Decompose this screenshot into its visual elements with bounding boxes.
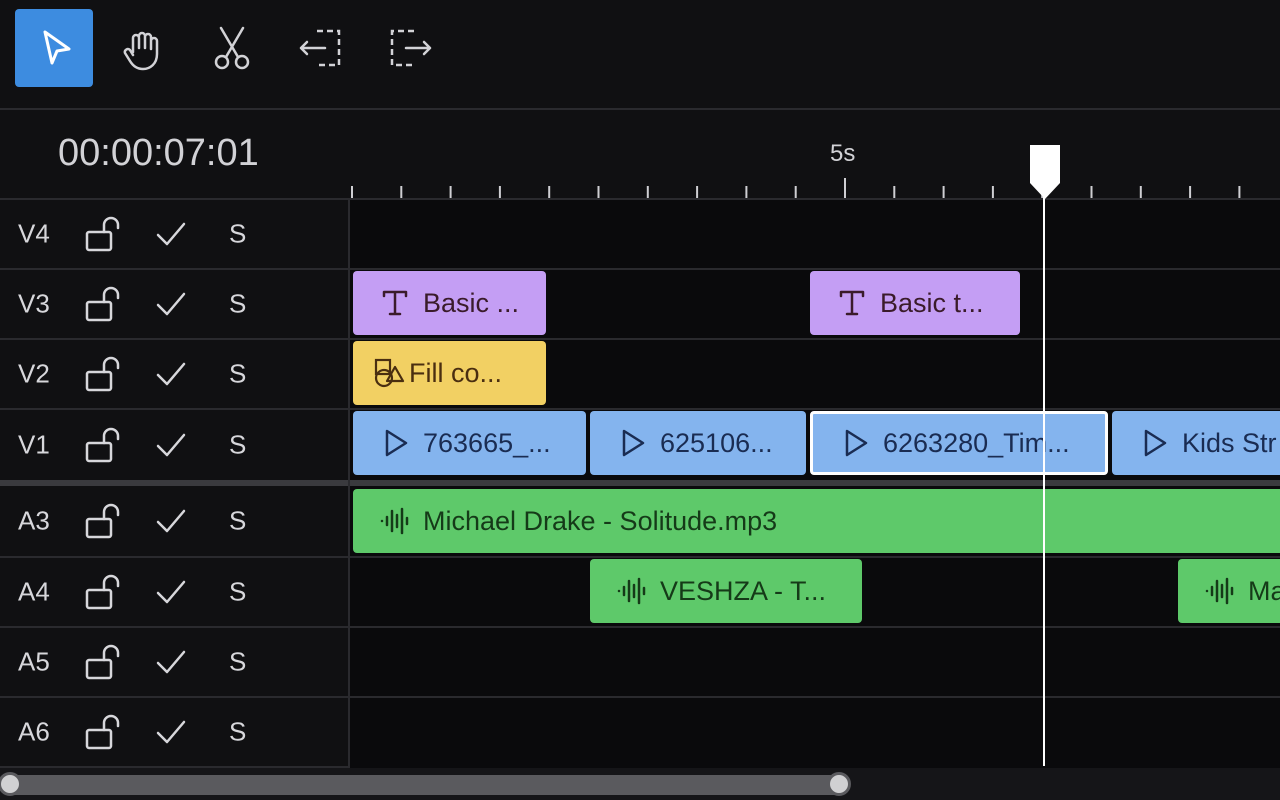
video-clip[interactable]: 625106...: [590, 411, 806, 475]
visibility-check-icon[interactable]: [152, 502, 190, 540]
scrollbar-end-handle[interactable]: [827, 772, 851, 796]
track-header-v4: V4 S: [0, 200, 348, 270]
video-clip[interactable]: 763665_...: [353, 411, 586, 475]
cut-tool-button[interactable]: [193, 9, 271, 87]
clip-label: 625106...: [660, 427, 773, 458]
clip-label: 763665_...: [423, 427, 551, 458]
video-clip[interactable]: Kids Str: [1112, 411, 1280, 475]
lane-divider: [350, 408, 1280, 410]
play-icon: [385, 429, 408, 457]
lock-open-icon[interactable]: [84, 353, 126, 395]
solo-toggle[interactable]: S: [229, 647, 246, 678]
lane-divider: [350, 556, 1280, 558]
track-headers: V4 S V3 S V2 S V1 S A3 S A4 S A5 S A6 S: [0, 200, 350, 768]
audio-clip[interactable]: Ma: [1178, 559, 1280, 623]
audio-clip[interactable]: Michael Drake - Solitude.mp3: [353, 489, 1280, 553]
visibility-check-icon[interactable]: [152, 215, 190, 253]
clip-label: Michael Drake - Solitude.mp3: [423, 505, 778, 536]
trim-right-tool-button[interactable]: [371, 9, 449, 87]
play-icon: [622, 429, 645, 457]
visibility-check-icon[interactable]: [152, 573, 190, 611]
track-header-a6: A6 S: [0, 698, 348, 768]
waveform-icon: [1205, 577, 1234, 605]
horizontal-scrollbar[interactable]: [0, 768, 1280, 800]
visibility-check-icon[interactable]: [152, 285, 190, 323]
solo-toggle[interactable]: S: [229, 577, 246, 608]
track-name: V3: [18, 288, 50, 319]
clip-label: Fill co...: [409, 357, 503, 388]
audio-clip[interactable]: VESHZA - T...: [590, 559, 862, 623]
solo-toggle[interactable]: S: [229, 430, 246, 461]
video-audio-divider: [350, 480, 1280, 486]
hand-icon: [123, 31, 159, 71]
waveform-icon: [617, 577, 646, 605]
track-lanes[interactable]: Basic ... Basic t... Fill co... 763665_.…: [350, 200, 1280, 768]
lane-divider: [350, 696, 1280, 698]
track-name: A6: [18, 716, 50, 747]
trim-left-icon: [299, 29, 341, 67]
visibility-check-icon[interactable]: [152, 426, 190, 464]
text-clip[interactable]: Basic ...: [353, 271, 546, 335]
track-name: V4: [18, 218, 50, 249]
playhead-line[interactable]: [1043, 178, 1045, 766]
clip-label: 6263280_Tim...: [883, 427, 1070, 458]
text-icon: [839, 290, 865, 316]
clip-label: Basic t...: [880, 287, 984, 318]
select-tool-button[interactable]: [15, 9, 93, 87]
visibility-check-icon[interactable]: [152, 713, 190, 751]
visibility-check-icon[interactable]: [152, 643, 190, 681]
track-header-a3: A3 S: [0, 486, 348, 558]
track-header-a4: A4 S: [0, 558, 348, 628]
playhead-handle[interactable]: [1030, 145, 1060, 199]
lock-open-icon[interactable]: [84, 500, 126, 542]
lane-divider: [350, 338, 1280, 340]
lock-open-icon[interactable]: [84, 711, 126, 753]
waveform-icon: [380, 507, 409, 535]
play-icon: [1144, 429, 1167, 457]
video-clip-selected[interactable]: 6263280_Tim...: [810, 411, 1108, 475]
scissors-icon: [214, 26, 250, 70]
clip-label: VESHZA - T...: [660, 575, 827, 606]
time-ruler[interactable]: 00:00:07:01 5s: [0, 110, 1280, 200]
solo-toggle[interactable]: S: [229, 289, 246, 320]
toolbar: [0, 0, 1280, 110]
lane-divider: [350, 626, 1280, 628]
track-header-v2: V2 S: [0, 340, 348, 410]
solo-toggle[interactable]: S: [229, 717, 246, 748]
hand-tool-button[interactable]: [104, 9, 182, 87]
text-icon: [382, 290, 408, 316]
shape-clip[interactable]: Fill co...: [353, 341, 546, 405]
track-name: A3: [18, 505, 50, 536]
trim-right-icon: [390, 29, 432, 67]
track-header-v1: V1 S: [0, 410, 348, 480]
lock-open-icon[interactable]: [84, 424, 126, 466]
track-header-v3: V3 S: [0, 270, 348, 340]
track-name: A4: [18, 576, 50, 607]
lock-open-icon[interactable]: [84, 571, 126, 613]
track-header-a5: A5 S: [0, 628, 348, 698]
visibility-check-icon[interactable]: [152, 355, 190, 393]
text-clip[interactable]: Basic t...: [810, 271, 1020, 335]
pointer-icon: [43, 30, 71, 65]
scrollbar-thumb[interactable]: [8, 775, 838, 795]
solo-toggle[interactable]: S: [229, 359, 246, 390]
trim-left-tool-button[interactable]: [282, 9, 360, 87]
play-icon: [845, 429, 868, 457]
lock-open-icon[interactable]: [84, 641, 126, 683]
track-name: V1: [18, 429, 50, 460]
solo-toggle[interactable]: S: [229, 219, 246, 250]
lane-divider: [350, 268, 1280, 270]
ruler-ticks: [351, 178, 1241, 198]
solo-toggle[interactable]: S: [229, 506, 246, 537]
clip-label: Basic ...: [423, 287, 520, 318]
shapes-icon: [374, 358, 405, 388]
lock-open-icon[interactable]: [84, 213, 126, 255]
track-name: A5: [18, 646, 50, 677]
clip-label: Kids Str: [1182, 427, 1277, 458]
clip-label: Ma: [1248, 575, 1280, 606]
track-name: V2: [18, 358, 50, 389]
lock-open-icon[interactable]: [84, 283, 126, 325]
